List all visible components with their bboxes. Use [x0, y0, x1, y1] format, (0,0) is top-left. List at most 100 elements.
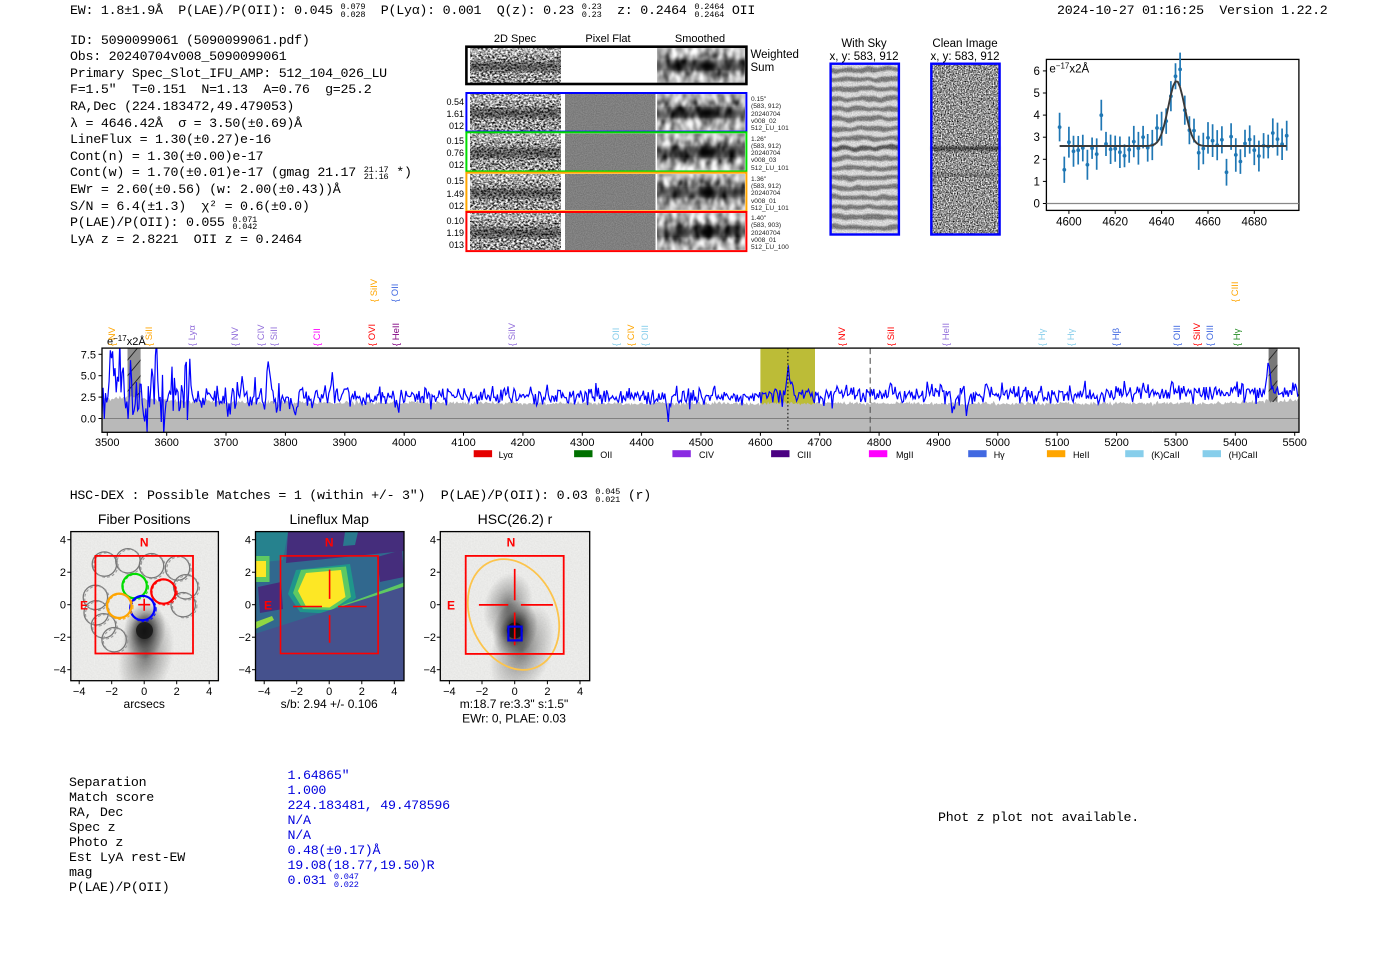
svg-text:{ Lyα: { Lyα: [187, 325, 198, 346]
svg-text:−4: −4: [443, 686, 456, 698]
svg-text:E: E: [447, 599, 455, 613]
svg-text:{ Hβ: { Hβ: [1111, 327, 1122, 346]
svg-text:4: 4: [206, 686, 212, 698]
svg-text:−4: −4: [423, 665, 436, 677]
svg-text:5.0: 5.0: [81, 371, 96, 383]
svg-text:Lineflux Map: Lineflux Map: [290, 511, 370, 527]
svg-text:4000: 4000: [392, 437, 416, 449]
svg-text:3: 3: [1033, 132, 1039, 144]
svg-text:Fiber Positions: Fiber Positions: [98, 511, 191, 527]
svg-text:5400: 5400: [1223, 437, 1247, 449]
svg-text:{ CIV: { CIV: [626, 324, 637, 346]
svg-text:2: 2: [1033, 154, 1039, 166]
svg-text:{ NV: { NV: [230, 326, 241, 346]
svg-text:4: 4: [577, 686, 583, 698]
svg-text:{ OVI: { OVI: [367, 324, 378, 346]
svg-text:{ SiIV: { SiIV: [1192, 322, 1203, 346]
svg-text:4640: 4640: [1149, 216, 1175, 228]
svg-text:HSC(26.2) r: HSC(26.2) r: [478, 511, 553, 527]
svg-text:CIII: CIII: [797, 450, 811, 460]
svg-text:{ NV: { NV: [107, 326, 118, 346]
svg-text:4660: 4660: [1195, 216, 1221, 228]
svg-text:{ CIII: { CIII: [1230, 282, 1241, 303]
svg-text:−2: −2: [423, 632, 436, 644]
svg-text:e−17x2Å: e−17x2Å: [1049, 61, 1089, 76]
svg-text:2.5: 2.5: [81, 392, 96, 404]
svg-text:4: 4: [391, 686, 397, 698]
svg-text:{ HeII: { HeII: [391, 323, 402, 346]
svg-text:4620: 4620: [1102, 216, 1128, 228]
svg-text:3800: 3800: [273, 437, 297, 449]
svg-text:1: 1: [1033, 176, 1039, 188]
svg-text:{ CIV: { CIV: [256, 324, 267, 346]
svg-text:3700: 3700: [214, 437, 238, 449]
svg-text:{ Hγ: { Hγ: [1066, 328, 1077, 346]
svg-text:E: E: [80, 599, 88, 613]
svg-text:m:18.7 re:3.3" s:1.5": m:18.7 re:3.3" s:1.5": [460, 697, 569, 711]
svg-text:2: 2: [245, 567, 251, 579]
svg-text:OII: OII: [600, 450, 612, 460]
svg-text:{ OIII: { OIII: [1172, 325, 1183, 346]
svg-text:N: N: [507, 536, 516, 550]
svg-text:{ SiII: { SiII: [144, 327, 155, 347]
svg-text:−4: −4: [73, 686, 86, 698]
svg-text:2: 2: [60, 567, 66, 579]
svg-text:−4: −4: [238, 665, 251, 677]
svg-text:−2: −2: [238, 632, 251, 644]
svg-text:{ HeII: { HeII: [941, 323, 952, 346]
svg-text:4700: 4700: [807, 437, 831, 449]
svg-text:0: 0: [430, 600, 436, 612]
svg-text:{ SiIV: { SiIV: [507, 322, 518, 346]
svg-text:4800: 4800: [867, 437, 891, 449]
svg-text:5500: 5500: [1282, 437, 1306, 449]
svg-text:7.5: 7.5: [81, 349, 96, 361]
svg-text:5000: 5000: [986, 437, 1010, 449]
svg-text:(K)CaII: (K)CaII: [1151, 450, 1180, 460]
svg-text:{ CII: { CII: [312, 328, 323, 346]
svg-text:4600: 4600: [748, 437, 772, 449]
svg-text:Hγ: Hγ: [994, 450, 1005, 460]
svg-text:4600: 4600: [1056, 216, 1082, 228]
svg-text:3500: 3500: [95, 437, 119, 449]
svg-text:2: 2: [430, 567, 436, 579]
svg-text:HeII: HeII: [1073, 450, 1090, 460]
svg-text:4900: 4900: [926, 437, 950, 449]
svg-text:−4: −4: [258, 686, 271, 698]
svg-text:arcsecs: arcsecs: [124, 697, 165, 711]
svg-text:CIV: CIV: [699, 450, 714, 460]
svg-text:5200: 5200: [1104, 437, 1128, 449]
svg-text:{ Hγ: { Hγ: [1037, 328, 1048, 346]
svg-text:0.0: 0.0: [81, 414, 96, 426]
svg-text:MgII: MgII: [896, 450, 914, 460]
svg-text:Lyα: Lyα: [499, 450, 513, 460]
svg-text:4100: 4100: [451, 437, 475, 449]
svg-text:0: 0: [245, 600, 251, 612]
svg-text:4: 4: [1033, 110, 1040, 122]
svg-text:E: E: [264, 599, 272, 613]
svg-text:N: N: [140, 536, 149, 550]
svg-text:4500: 4500: [689, 437, 713, 449]
svg-text:5300: 5300: [1164, 437, 1188, 449]
svg-text:0: 0: [1033, 199, 1039, 211]
svg-text:N: N: [325, 536, 334, 550]
svg-text:3900: 3900: [333, 437, 357, 449]
svg-text:0: 0: [60, 600, 66, 612]
svg-text:{ OIII: { OIII: [1205, 325, 1216, 346]
svg-text:4: 4: [245, 535, 251, 547]
svg-text:{ Hγ: { Hγ: [1232, 328, 1243, 346]
svg-text:4300: 4300: [570, 437, 594, 449]
svg-text:4: 4: [430, 535, 436, 547]
svg-text:{ SiII: { SiII: [269, 327, 280, 347]
svg-text:EWr: 0, PLAE: 0.03: EWr: 0, PLAE: 0.03: [462, 712, 566, 726]
svg-text:3600: 3600: [154, 437, 178, 449]
svg-text:4680: 4680: [1242, 216, 1268, 228]
svg-text:{ OII: { OII: [611, 328, 622, 346]
svg-text:5: 5: [1033, 88, 1039, 100]
svg-text:−4: −4: [53, 665, 66, 677]
svg-text:{ OII: { OII: [390, 284, 401, 302]
svg-text:(H)CaII: (H)CaII: [1229, 450, 1258, 460]
svg-text:5100: 5100: [1045, 437, 1069, 449]
svg-text:{ OIII: { OIII: [640, 325, 651, 346]
svg-text:−2: −2: [53, 632, 66, 644]
svg-text:2: 2: [174, 686, 180, 698]
